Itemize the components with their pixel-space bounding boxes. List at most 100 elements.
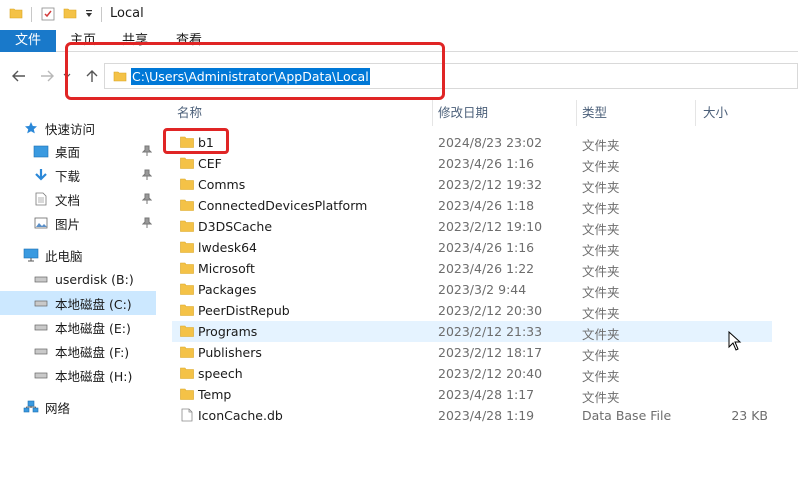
sidebar-item-label: 文档 — [55, 192, 81, 208]
highlight-box — [163, 128, 229, 154]
pin-icon[interactable] — [141, 193, 153, 205]
file-icon — [181, 408, 195, 422]
file-name: lwdesk64 — [198, 240, 257, 255]
column-header-type[interactable]: 类型 — [582, 100, 607, 126]
file-row[interactable]: PeerDistRepub 2023/2/12 20:30 文件夹 — [172, 300, 772, 321]
sidebar-item-downloads[interactable]: 下载 — [32, 163, 156, 187]
column-header-size[interactable]: 大小 — [703, 100, 728, 126]
back-icon[interactable] — [10, 67, 28, 85]
drive-icon — [32, 295, 50, 311]
sidebar-item-label: 下载 — [55, 168, 81, 184]
file-row[interactable]: IconCache.db 2023/4/28 1:19 Data Base Fi… — [172, 405, 772, 426]
sidebar-item-documents[interactable]: 文档 — [32, 187, 156, 211]
sidebar-item-drive-e[interactable]: 本地磁盘 (E:) — [32, 315, 131, 339]
file-row[interactable]: Publishers 2023/2/12 18:17 文件夹 — [172, 342, 772, 363]
highlight-box — [65, 42, 445, 100]
file-modified: 2024/8/23 23:02 — [438, 135, 543, 150]
file-modified: 2023/4/26 1:16 — [438, 240, 535, 255]
sidebar-item-label: 网络 — [45, 400, 71, 416]
divider — [101, 7, 102, 22]
folder-icon — [180, 199, 194, 211]
file-type: 文件夹 — [582, 180, 620, 195]
divider — [31, 7, 32, 22]
file-modified: 2023/4/26 1:18 — [438, 198, 535, 213]
file-name: Microsoft — [198, 261, 255, 276]
file-modified: 2023/4/28 1:17 — [438, 387, 535, 402]
sidebar-item-desktop[interactable]: 桌面 — [32, 139, 156, 163]
file-row[interactable]: CEF 2023/4/26 1:16 文件夹 — [172, 153, 772, 174]
file-modified: 2023/2/12 19:32 — [438, 177, 543, 192]
file-type: 文件夹 — [582, 390, 620, 405]
file-row[interactable]: D3DSCache 2023/2/12 19:10 文件夹 — [172, 216, 772, 237]
file-name: speech — [198, 366, 243, 381]
title-bar: Local — [0, 0, 798, 28]
column-divider[interactable] — [576, 100, 577, 126]
folder-icon — [180, 220, 194, 232]
desktop-icon — [32, 143, 50, 159]
folder-icon — [180, 178, 194, 190]
customize-toolbar-icon[interactable] — [84, 8, 94, 22]
file-name: Temp — [198, 387, 232, 402]
sidebar-item-network[interactable]: 网络 — [22, 395, 70, 419]
properties-icon[interactable] — [41, 6, 55, 24]
file-type: 文件夹 — [582, 369, 620, 384]
file-name: Comms — [198, 177, 246, 192]
file-size: 23 KB — [731, 408, 768, 423]
column-divider[interactable] — [432, 100, 433, 126]
sidebar-item-pictures[interactable]: 图片 — [32, 211, 156, 235]
drive-icon — [32, 367, 50, 383]
pin-icon[interactable] — [141, 169, 153, 181]
navigation-pane: 快速访问 桌面 下载 文档 图片 此电脑 userdisk (B:) 本地磁盘 … — [0, 110, 158, 486]
file-type: 文件夹 — [582, 348, 620, 363]
column-header-name[interactable]: 名称 — [177, 100, 202, 126]
file-row[interactable]: Temp 2023/4/28 1:17 文件夹 — [172, 384, 772, 405]
file-row[interactable]: lwdesk64 2023/4/26 1:16 文件夹 — [172, 237, 772, 258]
file-type: 文件夹 — [582, 138, 620, 153]
file-modified: 2023/2/12 20:30 — [438, 303, 543, 318]
sidebar-item-label: 本地磁盘 (H:) — [55, 368, 133, 384]
pictures-icon — [32, 215, 50, 231]
folder-icon — [180, 388, 194, 400]
file-type: 文件夹 — [582, 201, 620, 216]
network-icon — [22, 399, 40, 415]
file-type: 文件夹 — [582, 243, 620, 258]
sidebar-item-drive-c[interactable]: 本地磁盘 (C:) — [0, 291, 156, 315]
file-type: 文件夹 — [582, 159, 620, 174]
folder-icon — [180, 346, 194, 358]
file-row[interactable]: Comms 2023/2/12 19:32 文件夹 — [172, 174, 772, 195]
pin-icon[interactable] — [141, 217, 153, 229]
file-modified: 2023/4/26 1:16 — [438, 156, 535, 171]
column-header-modified[interactable]: 修改日期 — [438, 100, 488, 126]
sidebar-item-drive-h[interactable]: 本地磁盘 (H:) — [32, 363, 132, 387]
sidebar-item-quick-access[interactable]: 快速访问 — [22, 116, 95, 140]
sidebar-item-this-pc[interactable]: 此电脑 — [22, 243, 83, 267]
file-name: Programs — [198, 324, 258, 339]
file-row[interactable]: Packages 2023/3/2 9:44 文件夹 — [172, 279, 772, 300]
sidebar-item-label: 图片 — [55, 216, 81, 232]
file-name: Publishers — [198, 345, 262, 360]
folder-icon — [180, 283, 194, 295]
file-modified: 2023/3/2 9:44 — [438, 282, 527, 297]
new-folder-icon[interactable] — [63, 6, 77, 23]
file-modified: 2023/4/26 1:22 — [438, 261, 535, 276]
column-divider[interactable] — [695, 100, 696, 126]
forward-icon[interactable] — [38, 67, 56, 85]
file-row[interactable]: speech 2023/2/12 20:40 文件夹 — [172, 363, 772, 384]
sidebar-item-drive-f[interactable]: 本地磁盘 (F:) — [32, 339, 129, 363]
sidebar-item-label: userdisk (B:) — [55, 271, 134, 287]
file-row[interactable]: Microsoft 2023/4/26 1:22 文件夹 — [172, 258, 772, 279]
file-name: ConnectedDevicesPlatform — [198, 198, 368, 213]
file-modified: 2023/2/12 21:33 — [438, 324, 543, 339]
file-type: 文件夹 — [582, 327, 620, 342]
sidebar-item-drive-b[interactable]: userdisk (B:) — [32, 267, 134, 291]
file-row[interactable]: b1 2024/8/23 23:02 文件夹 — [172, 132, 772, 153]
pin-icon[interactable] — [141, 145, 153, 157]
drive-icon — [32, 343, 50, 359]
tab-file[interactable]: 文件 — [0, 30, 56, 52]
folder-icon — [180, 157, 194, 169]
file-row[interactable]: Programs 2023/2/12 21:33 文件夹 — [172, 321, 772, 342]
mouse-cursor-icon — [728, 330, 742, 354]
folder-icon — [180, 241, 194, 253]
file-row[interactable]: ConnectedDevicesPlatform 2023/4/26 1:18 … — [172, 195, 772, 216]
file-modified: 2023/2/12 19:10 — [438, 219, 543, 234]
